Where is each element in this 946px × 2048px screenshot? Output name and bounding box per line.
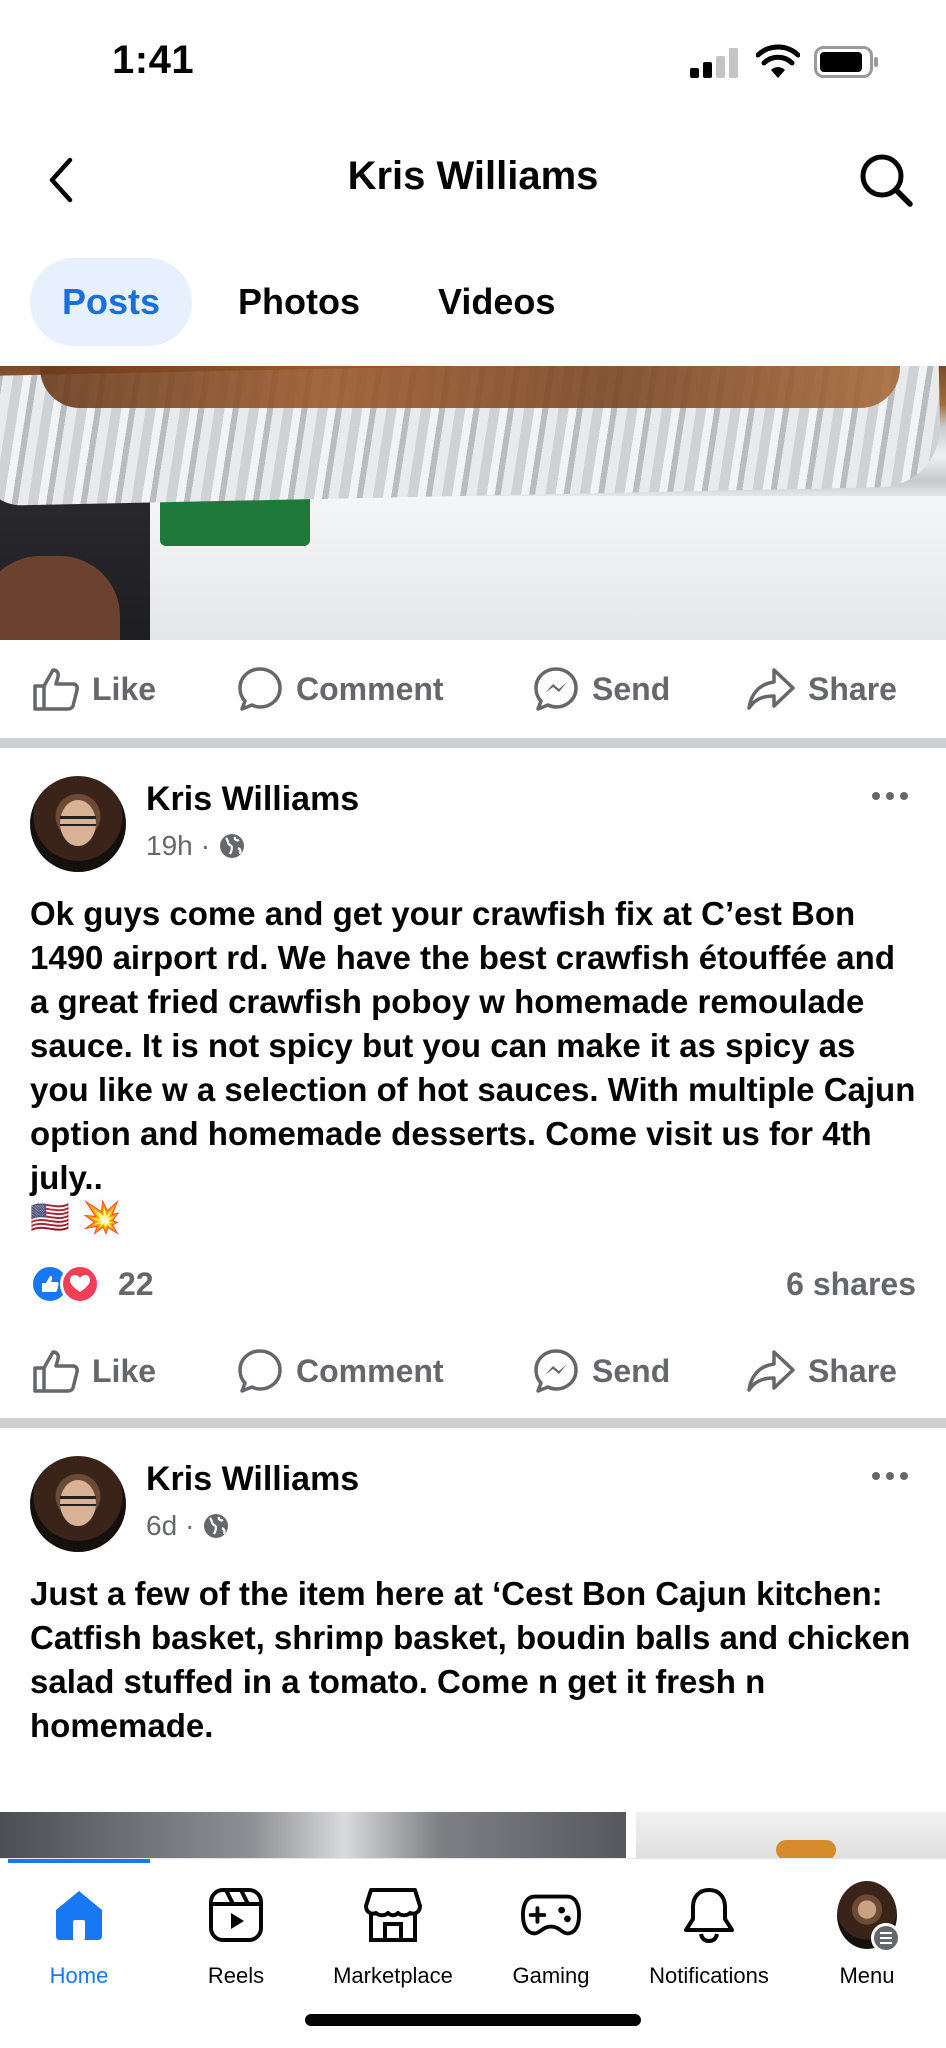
post-author[interactable]: Kris Williams <box>146 1460 359 1499</box>
thumbs-up-icon <box>33 1350 79 1393</box>
cellular-signal-icon <box>690 48 740 78</box>
send-button[interactable]: Send <box>532 1322 670 1420</box>
like-label: Like <box>92 670 157 707</box>
reaction-count: 22 <box>118 1266 154 1302</box>
like-button[interactable]: Like <box>32 640 156 738</box>
nav-label: Menu <box>839 1963 895 1988</box>
love-reaction-icon <box>60 1264 100 1304</box>
post-divider <box>0 738 946 748</box>
post-photo[interactable] <box>636 1812 946 1862</box>
share-button[interactable]: Share <box>746 1322 897 1420</box>
send-label: Send <box>592 1352 671 1389</box>
post-meta: 19h · <box>146 830 246 862</box>
author-avatar[interactable] <box>30 1456 126 1552</box>
post-emojis: 🇺🇸 💥 <box>30 1198 122 1236</box>
menu-hamburger-icon <box>871 1923 901 1953</box>
send-button[interactable]: Send <box>532 640 670 738</box>
comment-label: Comment <box>296 1352 444 1389</box>
comment-label: Comment <box>296 670 444 707</box>
nav-label: Gaming <box>512 1963 590 1988</box>
post-action-bar: Like Comment Send Share <box>0 640 946 738</box>
collision-emoji: 💥 <box>81 1199 122 1235</box>
post-divider <box>0 1418 946 1428</box>
us-flag-emoji: 🇺🇸 <box>30 1199 70 1235</box>
comment-button[interactable]: Comment <box>236 640 444 738</box>
marketplace-icon <box>363 1885 423 1945</box>
profile-avatar <box>837 1881 901 1953</box>
shares-count[interactable]: 6 shares <box>786 1266 916 1303</box>
comment-button[interactable]: Comment <box>236 1322 444 1420</box>
battery-icon <box>814 46 878 78</box>
search-icon <box>860 154 913 207</box>
globe-icon <box>204 1514 229 1538</box>
messenger-icon <box>534 1349 578 1393</box>
meta-separator: · <box>200 830 211 861</box>
search-button[interactable] <box>854 148 918 212</box>
home-icon <box>49 1885 109 1945</box>
nav-menu[interactable]: Menu <box>788 1881 946 2005</box>
post-header: Kris Williams 19h · <box>30 776 920 876</box>
comment-bubble-icon <box>238 1349 282 1393</box>
meta-separator: · <box>185 1510 195 1541</box>
tab-posts[interactable]: Posts <box>30 258 193 346</box>
share-label: Share <box>808 1352 897 1389</box>
post-photo[interactable] <box>0 366 946 640</box>
post-text: Ok guys come and get your crawfish fix a… <box>30 895 916 1196</box>
nav-label: Home <box>49 1963 109 1988</box>
author-avatar[interactable] <box>30 776 126 872</box>
share-arrow-icon <box>747 1350 795 1392</box>
more-options-button[interactable] <box>860 776 920 816</box>
tab-photos[interactable]: Photos <box>206 258 392 346</box>
bell-icon <box>679 1885 739 1945</box>
profile-header: Kris Williams <box>0 120 946 240</box>
nav-notifications[interactable]: Notifications <box>630 1885 788 2005</box>
post-meta: 6d · <box>146 1510 230 1542</box>
post-photo[interactable] <box>0 1812 626 1862</box>
share-button[interactable]: Share <box>746 640 897 738</box>
share-label: Share <box>808 670 897 707</box>
tab-videos[interactable]: Videos <box>406 258 587 346</box>
like-button[interactable]: Like <box>32 1322 156 1420</box>
like-label: Like <box>92 1352 157 1389</box>
nav-reels[interactable]: Reels <box>157 1885 315 2005</box>
post-header: Kris Williams 6d · <box>30 1456 920 1556</box>
post-time[interactable]: 19h <box>146 830 193 862</box>
nav-label: Reels <box>207 1963 265 1988</box>
send-label: Send <box>592 670 671 707</box>
nav-label: Notifications <box>649 1963 769 1988</box>
share-arrow-icon <box>747 668 795 710</box>
messenger-icon <box>534 667 578 711</box>
thumbs-up-icon <box>33 668 79 711</box>
status-bar: 1:41 <box>0 0 946 120</box>
post-author[interactable]: Kris Williams <box>146 780 359 819</box>
post-time[interactable]: 6d <box>146 1510 177 1542</box>
more-options-button[interactable] <box>860 1456 920 1496</box>
nav-gaming[interactable]: Gaming <box>472 1885 630 2005</box>
nav-marketplace[interactable]: Marketplace <box>314 1885 472 2005</box>
nav-label: Marketplace <box>333 1963 453 1988</box>
reactions-bar[interactable]: 22 6 shares <box>30 1260 916 1310</box>
globe-icon <box>220 834 245 858</box>
gaming-icon <box>521 1885 581 1945</box>
page-title: Kris Williams <box>347 154 599 198</box>
status-time: 1:41 <box>112 38 195 82</box>
profile-tabs: Posts Photos Videos <box>30 258 587 346</box>
post-action-bar: Like Comment Send Share <box>0 1322 946 1420</box>
comment-bubble-icon <box>238 667 282 711</box>
nav-home[interactable]: Home <box>0 1885 158 2005</box>
post-text: Just a few of the item here at ‘Cest Bon… <box>30 1575 911 1744</box>
reels-icon <box>206 1885 266 1945</box>
home-indicator <box>305 2014 641 2026</box>
wifi-icon <box>756 44 800 78</box>
active-tab-indicator <box>8 1859 150 1863</box>
